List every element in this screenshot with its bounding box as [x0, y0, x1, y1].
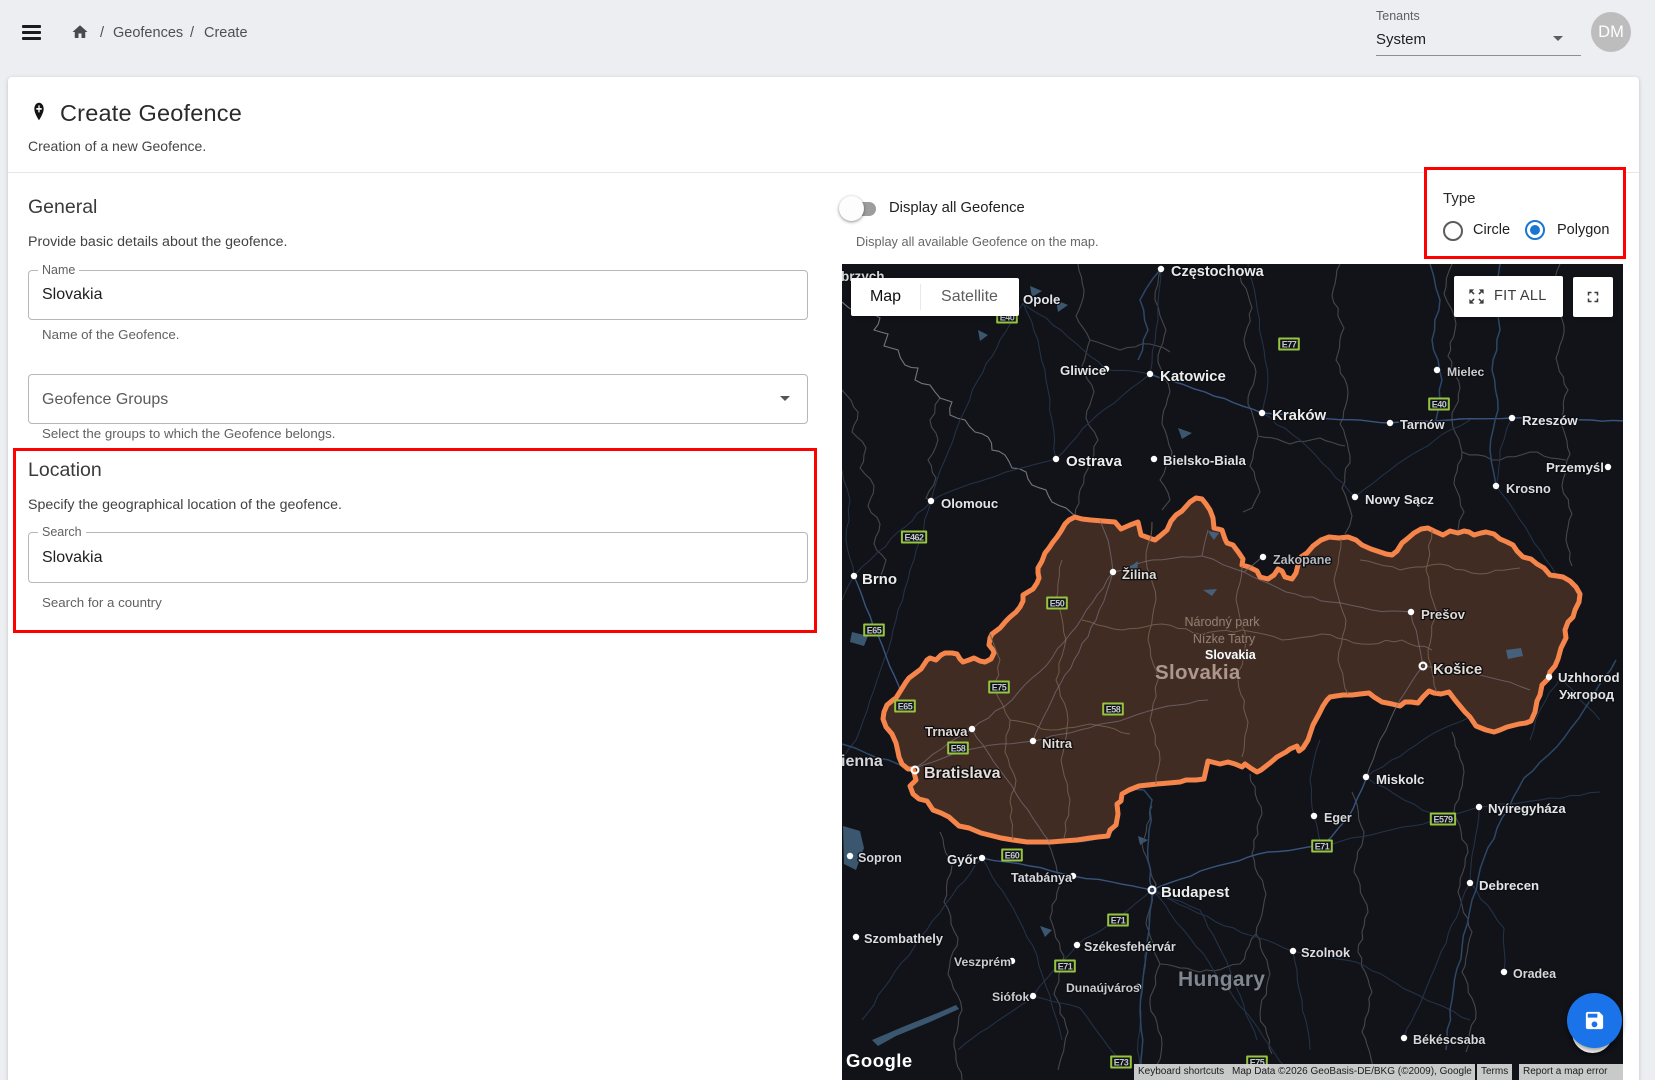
- svg-text:E71: E71: [1315, 841, 1330, 851]
- svg-text:Opole: Opole: [1023, 292, 1060, 307]
- svg-text:E40: E40: [1432, 399, 1447, 409]
- svg-text:E60: E60: [1005, 850, 1020, 860]
- svg-text:E71: E71: [1111, 915, 1126, 925]
- svg-text:Dunaújváros: Dunaújváros: [1066, 981, 1140, 995]
- svg-text:Hungary: Hungary: [1178, 968, 1265, 991]
- svg-text:Székesfehérvár: Székesfehérvár: [1084, 940, 1176, 954]
- svg-text:Veszprém: Veszprém: [954, 955, 1011, 969]
- svg-text:Olomouc: Olomouc: [941, 496, 998, 511]
- svg-text:Krosno: Krosno: [1506, 481, 1551, 496]
- svg-text:Budapest: Budapest: [1161, 884, 1229, 901]
- svg-text:Žilina: Žilina: [1122, 567, 1157, 582]
- svg-text:Szombathely: Szombathely: [864, 931, 944, 946]
- svg-text:Košice: Košice: [1433, 661, 1482, 678]
- svg-text:Uzhhorod: Uzhhorod: [1558, 670, 1620, 685]
- svg-text:E77: E77: [1282, 339, 1297, 349]
- svg-text:Siófok: Siófok: [992, 990, 1029, 1004]
- svg-text:E462: E462: [904, 532, 924, 542]
- svg-text:Nowy Sącz: Nowy Sącz: [1365, 492, 1434, 507]
- svg-text:Zakopane: Zakopane: [1273, 553, 1331, 567]
- svg-text:E579: E579: [1433, 814, 1453, 824]
- svg-text:Kraków: Kraków: [1272, 407, 1327, 424]
- svg-text:E58: E58: [1106, 704, 1121, 714]
- svg-text:Prešov: Prešov: [1421, 607, 1466, 622]
- svg-text:Gliwice: Gliwice: [1060, 363, 1106, 378]
- svg-text:Tatabánya: Tatabánya: [1011, 871, 1073, 885]
- svg-text:Bratislava: Bratislava: [924, 765, 1001, 782]
- svg-text:E50: E50: [1050, 598, 1065, 608]
- svg-text:Mielec: Mielec: [1447, 365, 1484, 379]
- svg-text:Bielsko-Biala: Bielsko-Biala: [1163, 453, 1246, 468]
- svg-text:E71: E71: [1058, 961, 1073, 971]
- svg-text:Szolnok: Szolnok: [1301, 945, 1351, 960]
- svg-text:Oradea: Oradea: [1513, 967, 1557, 981]
- svg-text:Katowice: Katowice: [1160, 368, 1226, 385]
- svg-text:Nyíregyháza: Nyíregyháza: [1488, 801, 1566, 816]
- svg-text:Sopron: Sopron: [858, 851, 902, 865]
- svg-text:Rzeszów: Rzeszów: [1522, 413, 1578, 428]
- svg-text:Ostrava: Ostrava: [1066, 453, 1123, 470]
- svg-text:Eger: Eger: [1324, 811, 1352, 825]
- svg-text:Nízke Tatry: Nízke Tatry: [1193, 632, 1256, 646]
- svg-text:Debrecen: Debrecen: [1479, 878, 1539, 893]
- svg-text:E75: E75: [992, 682, 1007, 692]
- svg-text:Przemyśl: Przemyśl: [1546, 460, 1604, 475]
- svg-text:Békéscsaba: Békéscsaba: [1413, 1033, 1486, 1047]
- svg-text:E73: E73: [1114, 1057, 1129, 1067]
- svg-text:Slovakia: Slovakia: [1155, 661, 1241, 684]
- svg-text:Győr: Győr: [947, 852, 978, 867]
- svg-text:Slovakia: Slovakia: [1205, 648, 1257, 662]
- svg-text:E65: E65: [867, 625, 882, 635]
- svg-text:Brno: Brno: [862, 571, 897, 588]
- svg-text:Tarnów: Tarnów: [1400, 417, 1445, 432]
- svg-text:ienna: ienna: [842, 753, 883, 770]
- svg-text:Miskolc: Miskolc: [1376, 772, 1424, 787]
- svg-text:Ужгород: Ужгород: [1559, 687, 1615, 702]
- svg-text:Nitra: Nitra: [1042, 736, 1073, 751]
- svg-text:E65: E65: [898, 701, 913, 711]
- svg-text:Częstochowa: Częstochowa: [1171, 264, 1265, 280]
- svg-text:E58: E58: [951, 743, 966, 753]
- svg-text:Trnava: Trnava: [925, 724, 968, 739]
- svg-text:Národný park: Národný park: [1184, 615, 1260, 629]
